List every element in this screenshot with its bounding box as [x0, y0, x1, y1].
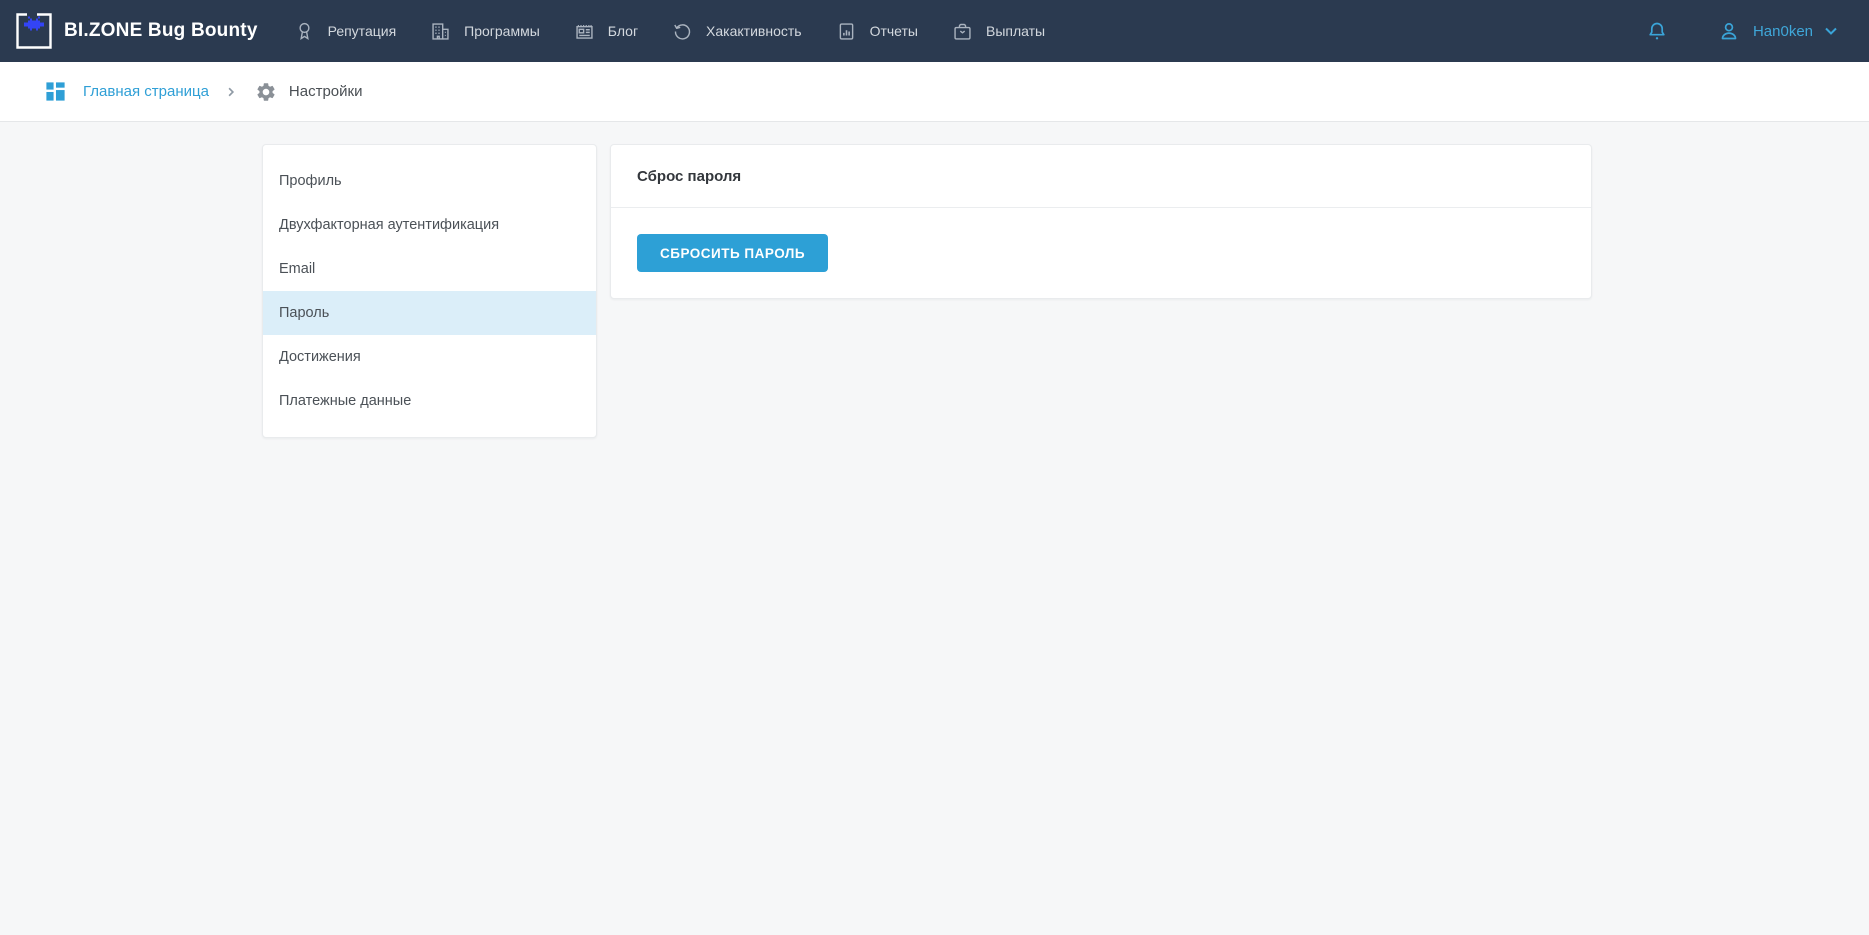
breadcrumb-current: Настройки — [255, 81, 363, 103]
dashboard-grid-icon — [44, 80, 67, 103]
report-chart-icon — [836, 21, 857, 42]
menu-item-profile[interactable]: Профиль — [263, 159, 596, 203]
nav-label: Репутация — [328, 23, 397, 39]
breadcrumb-current-label: Настройки — [289, 83, 363, 100]
nav-item-programs[interactable]: Программы — [430, 21, 540, 42]
navbar-right: Han0ken — [1645, 19, 1839, 43]
password-reset-panel: Сброс пароля СБРОСИТЬ ПАРОЛЬ — [610, 144, 1592, 299]
menu-item-achievements[interactable]: Достижения — [263, 335, 596, 379]
breadcrumb-home-link[interactable]: Главная страница — [44, 80, 209, 103]
nav-item-reports[interactable]: Отчеты — [836, 21, 918, 42]
panel-title: Сброс пароля — [637, 168, 741, 185]
bizone-bug-logo-icon — [16, 13, 52, 49]
top-navbar: BI.ZONE Bug Bounty Репутация Программы — [0, 0, 1869, 62]
nav-item-blog[interactable]: Блог — [574, 21, 638, 42]
panel-body: СБРОСИТЬ ПАРОЛЬ — [611, 208, 1591, 298]
main-nav: Репутация Программы Блог — [294, 21, 1046, 42]
nav-item-hackactivity[interactable]: Хакактивность — [672, 21, 802, 42]
user-menu[interactable]: Han0ken — [1717, 19, 1839, 43]
chevron-down-icon — [1823, 23, 1839, 39]
nav-label: Выплаты — [986, 23, 1045, 39]
nav-label: Отчеты — [870, 23, 918, 39]
breadcrumb-home-label: Главная страница — [83, 83, 209, 100]
gear-icon — [255, 81, 277, 103]
brand-logo[interactable]: BI.ZONE Bug Bounty — [16, 13, 258, 49]
building-icon — [430, 21, 451, 42]
nav-item-reputation[interactable]: Репутация — [294, 21, 397, 42]
settings-menu: Профиль Двухфакторная аутентификация Ema… — [262, 144, 597, 438]
nav-label: Хакактивность — [706, 23, 802, 39]
menu-item-password[interactable]: Пароль — [263, 291, 596, 335]
medal-icon — [294, 21, 315, 42]
brand-title: BI.ZONE Bug Bounty — [64, 20, 258, 42]
nav-label: Блог — [608, 23, 638, 39]
menu-item-label: Пароль — [279, 305, 329, 321]
user-avatar-icon — [1717, 19, 1741, 43]
menu-item-email[interactable]: Email — [263, 247, 596, 291]
menu-item-label: Достижения — [279, 349, 361, 365]
menu-item-label: Email — [279, 261, 315, 277]
newspaper-icon — [574, 21, 595, 42]
menu-item-label: Профиль — [279, 173, 342, 189]
menu-item-label: Платежные данные — [279, 393, 411, 409]
briefcase-icon — [952, 21, 973, 42]
breadcrumb-separator-icon — [225, 86, 237, 98]
nav-item-payouts[interactable]: Выплаты — [952, 21, 1045, 42]
main-content: Профиль Двухфакторная аутентификация Ema… — [0, 122, 1869, 438]
nav-label: Программы — [464, 23, 540, 39]
menu-item-2fa[interactable]: Двухфакторная аутентификация — [263, 203, 596, 247]
menu-item-payment-data[interactable]: Платежные данные — [263, 379, 596, 423]
breadcrumb: Главная страница Настройки — [0, 62, 1869, 122]
panel-header: Сброс пароля — [611, 145, 1591, 208]
reset-password-button[interactable]: СБРОСИТЬ ПАРОЛЬ — [637, 234, 828, 272]
history-icon — [672, 21, 693, 42]
username: Han0ken — [1753, 23, 1813, 40]
menu-item-label: Двухфакторная аутентификация — [279, 217, 499, 233]
notifications-bell-icon[interactable] — [1645, 19, 1669, 43]
